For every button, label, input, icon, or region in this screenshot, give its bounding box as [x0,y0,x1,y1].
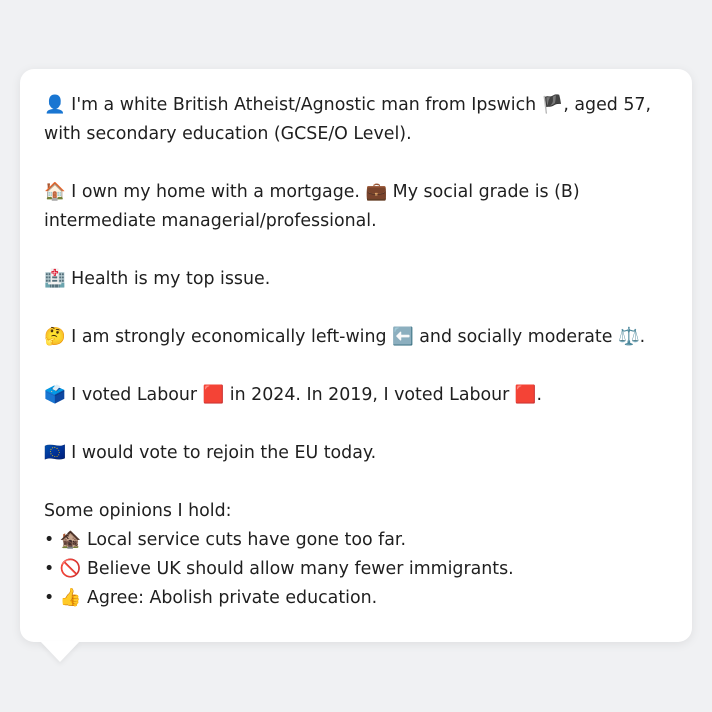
eu-flag-icon: 🇪🇺 [44,443,66,463]
votes-text-a: I voted Labour [65,385,203,405]
eu-paragraph: 🇪🇺 I would vote to rejoin the EU today. [44,439,668,468]
opinion-text: Local service cuts have gone too far. [81,530,407,550]
opinion-item: • 👍 Agree: Abolish private education. [44,584,668,613]
red-square-icon: 🟥 [202,385,225,405]
housing-text-a: I own my home with a mortgage. [65,182,366,202]
identity-paragraph: 👤 I'm a white British Atheist/Agnostic m… [44,91,668,149]
votes-paragraph: 🗳️ I voted Labour 🟥 in 2024. In 2019, I … [44,381,668,410]
opinions-heading: Some opinions I hold: [44,501,232,521]
opinion-item: • 🚫 Believe UK should allow many fewer i… [44,555,668,584]
opinion-text: Believe UK should allow many fewer immig… [81,559,514,579]
thinking-face-icon: 🤔 [44,327,66,347]
issue-paragraph: 🏥 Health is my top issue. [44,265,668,294]
red-square-icon: 🟥 [514,385,537,405]
thumbs-up-icon: 👍 [59,588,82,608]
ballot-box-icon: 🗳️ [44,385,66,405]
opinions-section: Some opinions I hold: • 🏚️ Local service… [44,497,668,613]
ideology-text-b: and socially moderate [413,327,618,347]
bullet: • [44,588,60,608]
identity-text-a: I'm a white British Atheist/Agnostic man… [65,95,542,115]
bubble-tail [40,641,80,662]
persona-message-bubble: 👤 I'm a white British Atheist/Agnostic m… [20,69,692,642]
bullet: • [44,559,60,579]
england-flag-icon: 🏴 [541,95,564,115]
issue-text: Health is my top issue. [65,269,271,289]
house-icon: 🏠 [44,182,66,202]
eu-text: I would vote to rejoin the EU today. [65,443,377,463]
prohibited-icon: 🚫 [59,559,82,579]
derelict-house-icon: 🏚️ [59,530,82,550]
scales-icon: ⚖️ [617,327,640,347]
votes-text-c: . [536,385,543,405]
housing-paragraph: 🏠 I own my home with a mortgage. 💼 My so… [44,178,668,236]
hospital-icon: 🏥 [44,269,66,289]
opinion-item: • 🏚️ Local service cuts have gone too fa… [44,526,668,555]
ideology-paragraph: 🤔 I am strongly economically left-wing ⬅… [44,323,668,352]
ideology-text-a: I am strongly economically left-wing [65,327,393,347]
ideology-text-c: . [639,327,646,347]
briefcase-icon: 💼 [365,182,388,202]
person-icon: 👤 [44,95,66,115]
opinion-text: Agree: Abolish private education. [81,588,378,608]
left-arrow-icon: ⬅️ [392,327,414,347]
votes-text-b: in 2024. In 2019, I voted Labour [224,385,515,405]
bullet: • [44,530,60,550]
